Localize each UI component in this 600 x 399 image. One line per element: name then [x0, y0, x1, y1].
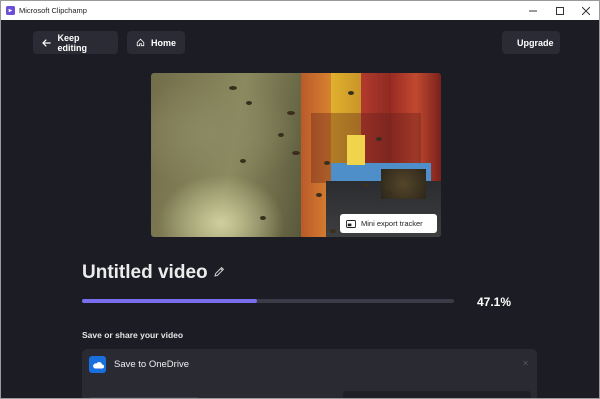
- minimize-icon: [529, 10, 537, 11]
- app-window: Microsoft Clipchamp Keep editing Home Up…: [0, 0, 600, 399]
- title-bar: Microsoft Clipchamp: [1, 1, 599, 20]
- clipchamp-app-icon: [6, 6, 15, 15]
- export-progress-fill: [82, 299, 258, 303]
- close-icon[interactable]: ✕: [522, 359, 529, 368]
- keep-editing-label: Keep editing: [57, 32, 88, 53]
- close-window-button[interactable]: [573, 1, 599, 20]
- upgrade-label: Upgrade: [517, 37, 554, 48]
- save-to-onedrive-card[interactable]: Save to OneDrive ✕: [82, 349, 537, 398]
- pencil-icon[interactable]: [213, 266, 225, 278]
- video-title: Untitled video: [82, 262, 208, 283]
- home-button[interactable]: Home: [127, 31, 185, 54]
- maximize-button[interactable]: [547, 1, 573, 20]
- export-progress-bar: [82, 299, 454, 303]
- home-icon: [136, 38, 145, 47]
- share-section-heading: Save or share your video: [82, 330, 184, 340]
- folder-select[interactable]: [343, 391, 531, 398]
- mini-export-tracker-button[interactable]: Mini export tracker: [340, 214, 437, 233]
- picture-in-picture-icon: [346, 219, 356, 228]
- upgrade-button[interactable]: Upgrade: [502, 31, 560, 54]
- minimize-button[interactable]: [520, 1, 546, 20]
- export-page: Keep editing Home Upgrade Mini export tr…: [1, 20, 599, 398]
- onedrive-icon: [89, 356, 106, 373]
- onedrive-label: Save to OneDrive: [114, 359, 189, 370]
- arrow-left-icon: [42, 38, 51, 47]
- window-title: Microsoft Clipchamp: [19, 6, 87, 15]
- mini-tracker-label: Mini export tracker: [361, 219, 423, 228]
- close-icon: [582, 6, 590, 15]
- onedrive-options-row: [89, 391, 531, 398]
- export-progress-percent: 47.1%: [477, 295, 512, 309]
- keep-editing-button[interactable]: Keep editing: [33, 31, 118, 54]
- bees: [229, 86, 392, 233]
- video-preview: Mini export tracker: [151, 73, 441, 237]
- maximize-icon: [556, 6, 564, 15]
- home-label: Home: [150, 37, 176, 48]
